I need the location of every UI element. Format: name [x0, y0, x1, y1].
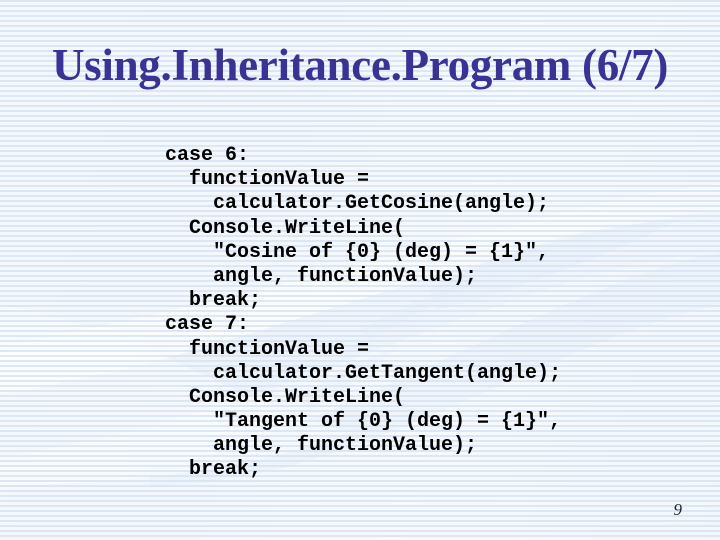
slide-canvas: Using.Inheritance.Program (6/7) case 6: …: [0, 0, 720, 540]
code-line: functionValue =: [165, 337, 370, 361]
code-line: case 6:: [165, 144, 250, 167]
code-line: calculator.GetCosine(angle);: [165, 192, 550, 216]
code-line: case 7:: [165, 313, 250, 337]
code-line: Console.WriteLine(: [165, 385, 406, 409]
code-line: Console.WriteLine(: [165, 216, 406, 240]
code-line: "Tangent of {0} (deg) = {1}",: [165, 410, 562, 434]
code-line: functionValue =: [165, 168, 370, 192]
code-line: angle, functionValue);: [165, 434, 478, 458]
slide-page-number: 9: [673, 500, 683, 519]
code-line: calculator.GetTangent(angle);: [165, 361, 562, 385]
code-line: break;: [165, 458, 262, 482]
code-line: break;: [165, 289, 262, 313]
code-line: angle, functionValue);: [165, 264, 478, 288]
code-block: case 6: functionValue = calculator.GetCo…: [165, 144, 561, 483]
code-line: "Cosine of {0} (deg) = {1}",: [165, 240, 550, 264]
page-title: Using.Inheritance.Program (6/7): [51, 40, 669, 90]
